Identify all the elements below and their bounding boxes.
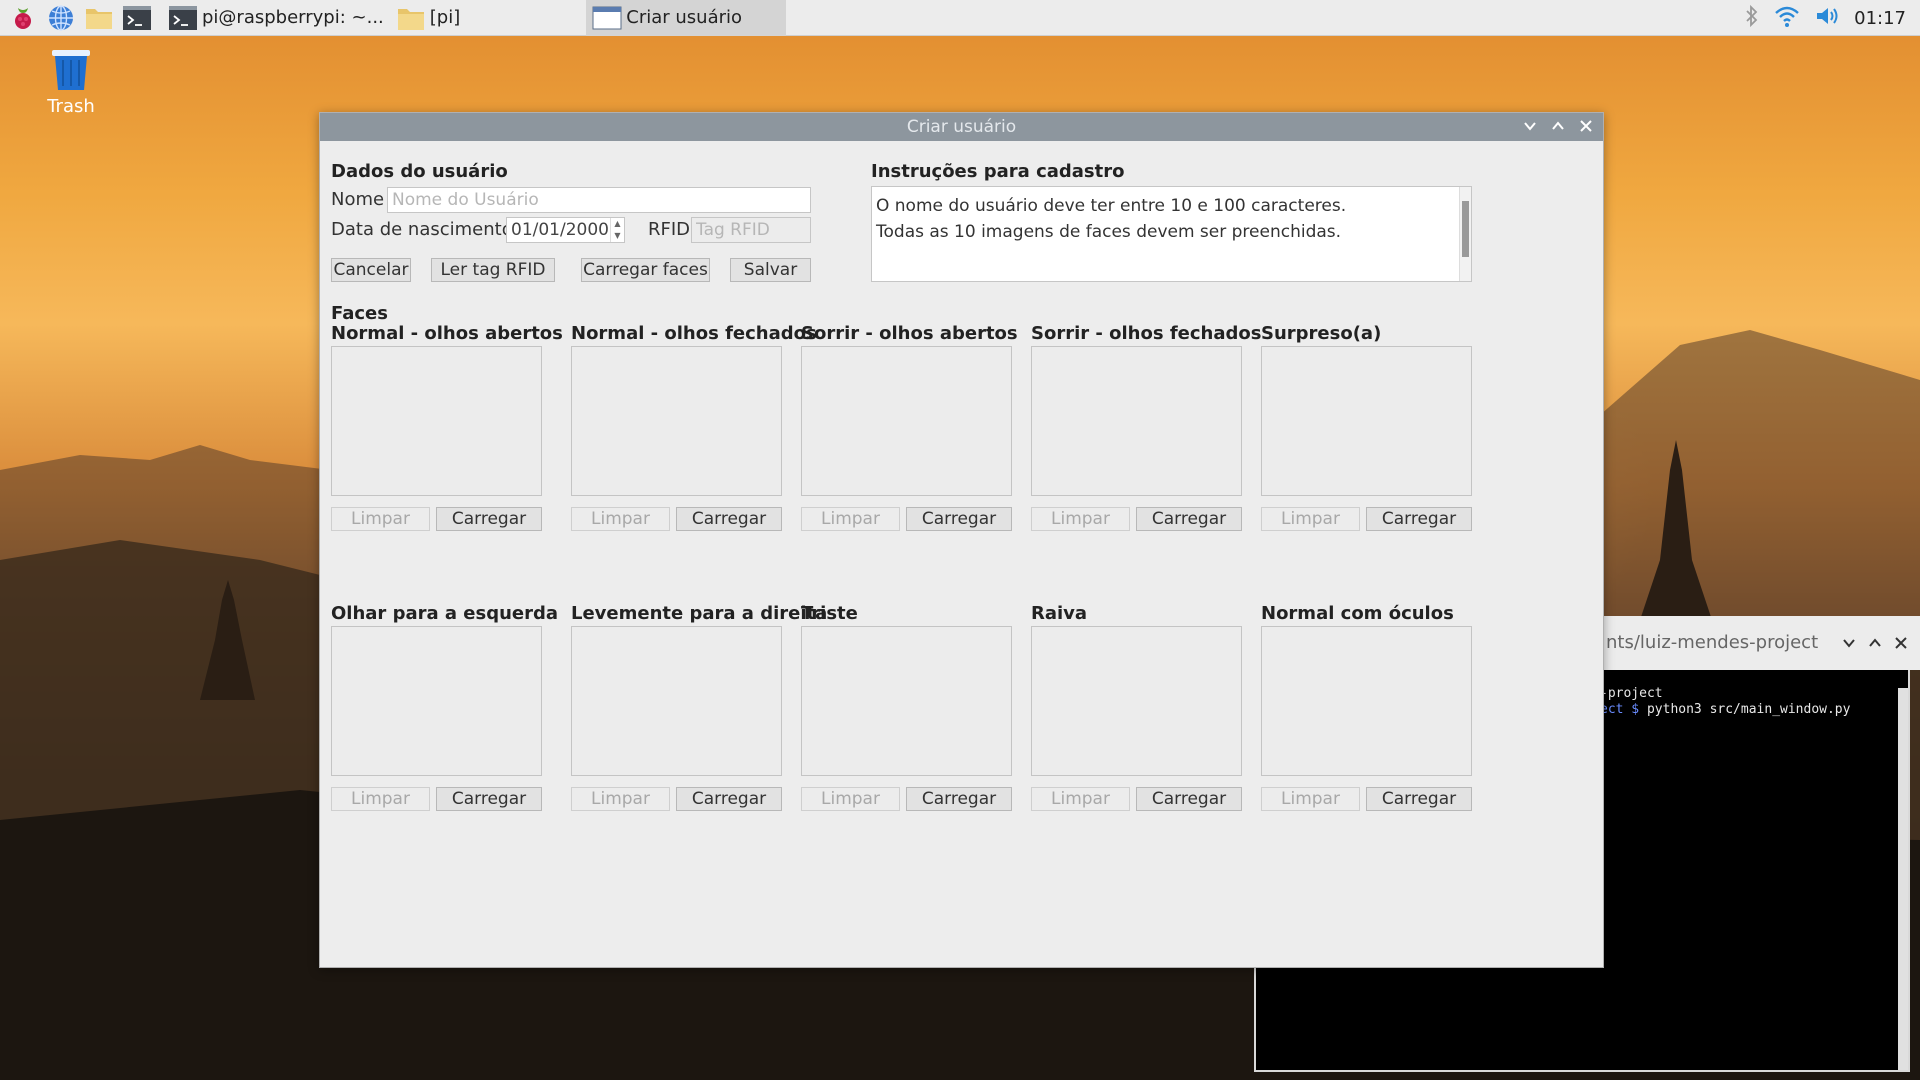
- terminal-line: -project: [1600, 686, 1663, 701]
- desktop-trash[interactable]: Trash: [36, 44, 106, 117]
- face-label: Sorrir - olhos abertos: [801, 323, 1018, 344]
- date-spin-arrows[interactable]: ▲ ▼: [610, 218, 624, 242]
- task-label: Criar usuário: [626, 7, 743, 28]
- face-label: Sorrir - olhos fechados: [1031, 323, 1262, 344]
- rfid-label: RFID: [648, 219, 691, 240]
- taskbar: pi@raspberrypi: ~... [pi] Criar usuário …: [0, 0, 1920, 36]
- face-image-slot[interactable]: [331, 626, 542, 776]
- terminal-launcher-icon[interactable]: [122, 3, 152, 33]
- chevron-up-icon[interactable]: [1549, 117, 1567, 135]
- trash-label: Trash: [47, 96, 95, 117]
- face-image-slot[interactable]: [571, 346, 782, 496]
- terminal-icon: [169, 5, 197, 30]
- load-face-button[interactable]: Carregar: [676, 787, 782, 811]
- terminal-title: nts/luiz-mendes-project: [1606, 632, 1819, 653]
- file-manager-icon[interactable]: [84, 3, 114, 33]
- scrollbar-thumb[interactable]: [1462, 201, 1469, 257]
- clear-face-button[interactable]: Limpar: [571, 507, 670, 531]
- load-face-button[interactable]: Carregar: [1366, 507, 1472, 531]
- face-image-slot[interactable]: [1261, 626, 1472, 776]
- birth-date-label: Data de nascimento: [331, 219, 513, 240]
- clear-face-button[interactable]: Limpar: [1031, 787, 1130, 811]
- face-label: Triste: [801, 603, 858, 624]
- face-label: Normal com óculos: [1261, 603, 1454, 624]
- face-label: Surpreso(a): [1261, 323, 1382, 344]
- bluetooth-icon[interactable]: [1744, 4, 1760, 33]
- load-face-button[interactable]: Carregar: [436, 787, 542, 811]
- face-image-slot[interactable]: [571, 626, 782, 776]
- face-image-slot[interactable]: [1031, 626, 1242, 776]
- chevron-down-icon[interactable]: [1840, 634, 1858, 652]
- wifi-icon[interactable]: [1774, 4, 1800, 33]
- face-image-slot[interactable]: [801, 346, 1012, 496]
- load-face-button[interactable]: Carregar: [676, 507, 782, 531]
- task-terminal[interactable]: pi@raspberrypi: ~...: [162, 0, 390, 36]
- dialog-titlebar[interactable]: Criar usuário: [320, 113, 1603, 141]
- instructions-scrollbar[interactable]: [1459, 187, 1471, 281]
- task-file-manager[interactable]: [pi]: [390, 0, 466, 36]
- instructions-text[interactable]: O nome do usuário deve ter entre 10 e 10…: [871, 186, 1472, 282]
- face-image-slot[interactable]: [331, 346, 542, 496]
- clear-face-button[interactable]: Limpar: [571, 787, 670, 811]
- birth-date-input[interactable]: 01/01/2000 ▲ ▼: [506, 217, 625, 243]
- face-image-slot[interactable]: [1261, 346, 1472, 496]
- load-face-button[interactable]: Carregar: [436, 507, 542, 531]
- birth-date-value: 01/01/2000: [511, 220, 609, 240]
- load-faces-button[interactable]: Carregar faces: [581, 258, 710, 282]
- raspberry-menu-icon[interactable]: [8, 3, 38, 33]
- face-label: Raiva: [1031, 603, 1088, 624]
- clear-face-button[interactable]: Limpar: [331, 787, 430, 811]
- terminal-command: python3 src/main_window.py: [1639, 702, 1851, 717]
- volume-icon[interactable]: [1814, 4, 1842, 33]
- clear-face-button[interactable]: Limpar: [1261, 507, 1360, 531]
- clear-face-button[interactable]: Limpar: [1031, 507, 1130, 531]
- user-section-title: Dados do usuário: [331, 161, 508, 182]
- clear-face-button[interactable]: Limpar: [1261, 787, 1360, 811]
- close-icon[interactable]: [1892, 634, 1910, 652]
- load-face-button[interactable]: Carregar: [906, 507, 1012, 531]
- read-rfid-button[interactable]: Ler tag RFID: [431, 258, 555, 282]
- chevron-up-icon[interactable]: [1866, 634, 1884, 652]
- web-browser-icon[interactable]: [46, 3, 76, 33]
- name-label: Nome: [331, 189, 385, 210]
- save-button[interactable]: Salvar: [730, 258, 811, 282]
- terminal-prompt: ect $: [1600, 702, 1640, 717]
- load-face-button[interactable]: Carregar: [1136, 787, 1242, 811]
- clear-face-button[interactable]: Limpar: [331, 507, 430, 531]
- face-label: Levemente para a direita: [571, 603, 828, 624]
- task-criar-usuario[interactable]: Criar usuário: [586, 0, 787, 36]
- close-icon[interactable]: [1577, 117, 1595, 135]
- face-image-slot[interactable]: [1031, 346, 1242, 496]
- clock[interactable]: 01:17: [1854, 8, 1906, 29]
- chevron-down-icon[interactable]: [1521, 117, 1539, 135]
- load-face-button[interactable]: Carregar: [1136, 507, 1242, 531]
- face-label: Olhar para a esquerda: [331, 603, 559, 624]
- instructions-title: Instruções para cadastro: [871, 161, 1125, 182]
- task-label: pi@raspberrypi: ~...: [202, 7, 384, 28]
- instruction-line: Todas as 10 imagens de faces devem ser p…: [876, 222, 1342, 242]
- trash-icon: [52, 50, 90, 90]
- task-label: [pi]: [429, 7, 461, 28]
- face-label: Normal - olhos fechados: [571, 323, 817, 344]
- load-face-button[interactable]: Carregar: [1366, 787, 1472, 811]
- folder-icon: [397, 8, 424, 30]
- name-input[interactable]: [387, 187, 811, 213]
- face-image-slot[interactable]: [801, 626, 1012, 776]
- window-icon: [592, 6, 622, 29]
- face-label: Normal - olhos abertos: [331, 323, 563, 344]
- terminal-scrollbar[interactable]: [1898, 688, 1908, 1070]
- cancel-button[interactable]: Cancelar: [331, 258, 411, 282]
- clear-face-button[interactable]: Limpar: [801, 507, 900, 531]
- instruction-line: O nome do usuário deve ter entre 10 e 10…: [876, 196, 1347, 216]
- clear-face-button[interactable]: Limpar: [801, 787, 900, 811]
- terminal-output: -project ect $ python3 src/main_window.p…: [1600, 686, 1900, 718]
- system-tray: 01:17: [1744, 0, 1920, 36]
- faces-title: Faces: [331, 303, 388, 324]
- criar-usuario-dialog: Criar usuário Dados do usuário Nome Data…: [319, 112, 1604, 968]
- rfid-input[interactable]: [691, 217, 811, 243]
- load-face-button[interactable]: Carregar: [906, 787, 1012, 811]
- dialog-title: Criar usuário: [906, 117, 1017, 137]
